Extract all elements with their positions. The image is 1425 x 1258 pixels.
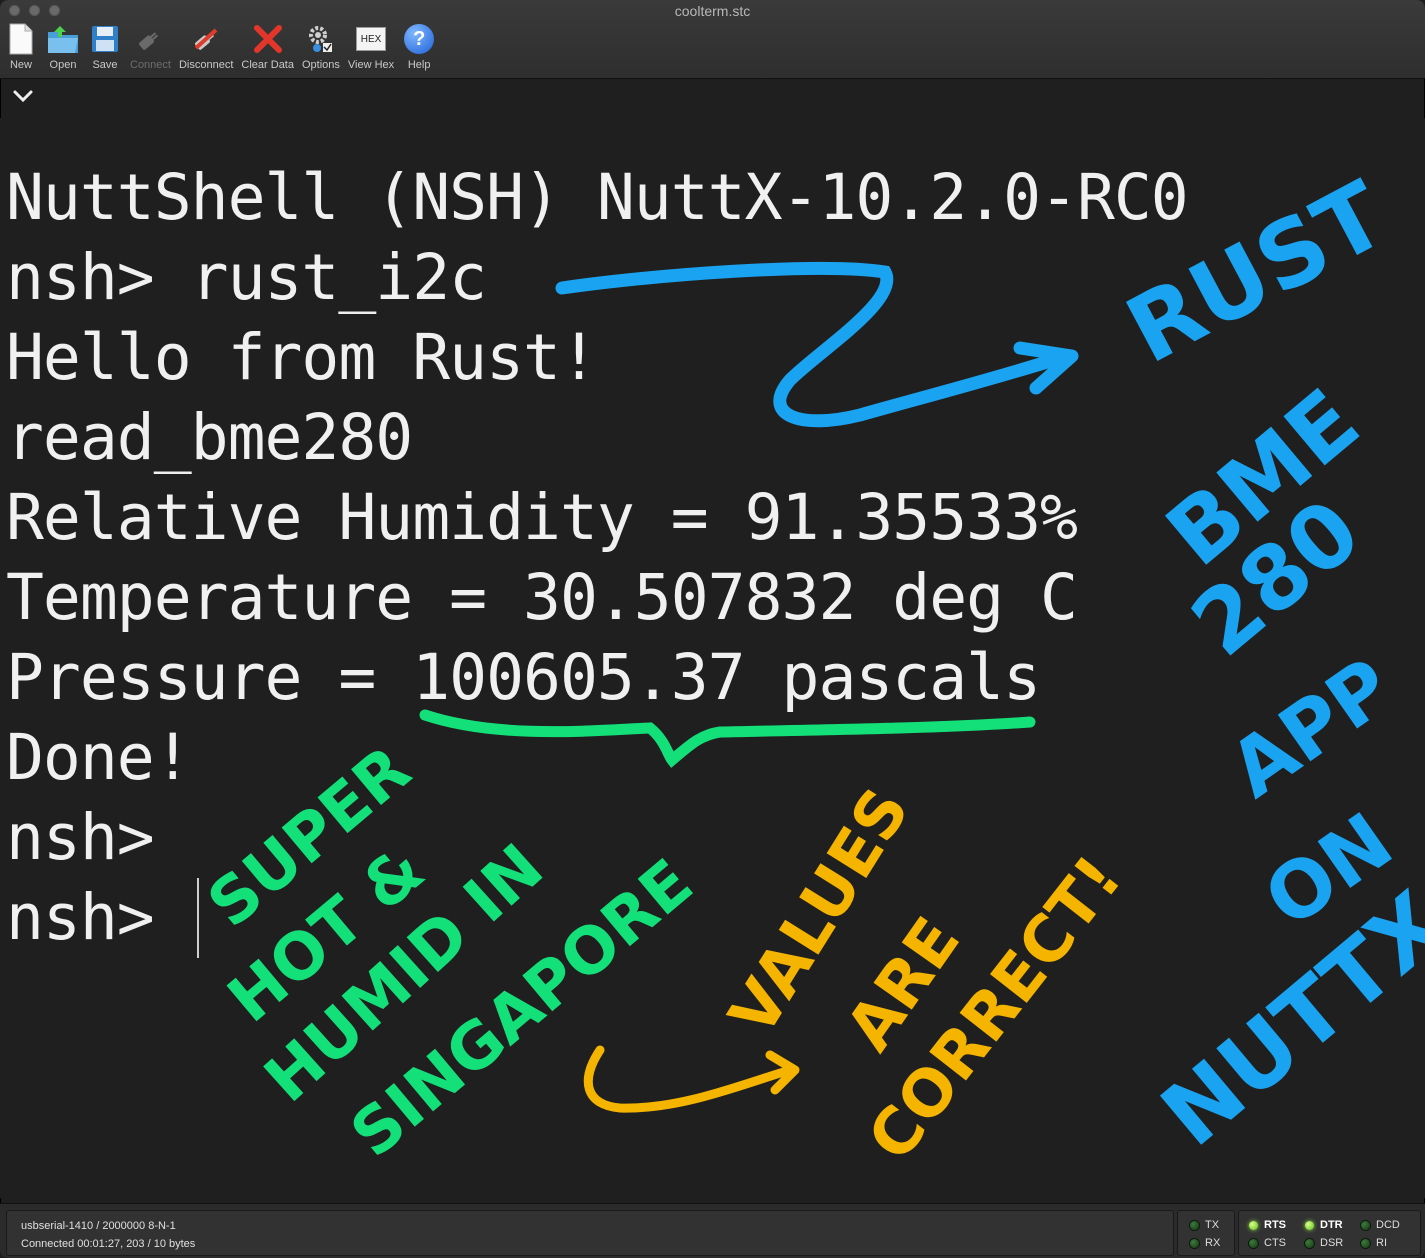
led-label: DTR [1320,1219,1343,1231]
terminal-line: nsh> rust_i2c [6,241,487,314]
connect-button[interactable]: Connect [130,22,171,71]
disconnect-label: Disconnect [178,59,234,71]
terminal-line: NuttShell (NSH) NuttX-10.2.0-RC0 [6,161,1189,234]
toolbar: New Open Save Connect Disconnect Clear D… [4,22,444,71]
view-hex-label: View Hex [347,59,395,71]
rx-led: RX [1190,1237,1220,1249]
led-icon [1249,1238,1258,1248]
clear-data-button[interactable]: Clear Data [241,22,294,71]
connect-label: Connect [130,59,171,71]
save-label: Save [92,59,118,71]
led-icon [1361,1238,1370,1248]
hex-icon: HEX [354,22,388,56]
led-label: DCD [1376,1219,1400,1231]
chevron-down-icon[interactable] [12,86,34,109]
disconnect-button[interactable]: Disconnect [179,22,233,71]
tx-rx-leds: TX RX [1177,1210,1235,1256]
help-label: Help [407,59,431,71]
connect-plug-icon [133,22,167,56]
led-label: CTS [1264,1237,1286,1249]
led-label: RI [1376,1237,1387,1249]
dtr-led[interactable]: DTR [1305,1219,1343,1231]
led-icon [1361,1220,1370,1230]
clear-data-label: Clear Data [241,59,294,71]
new-label: New [9,59,32,71]
text-cursor [197,878,199,958]
terminal-output[interactable]: NuttShell (NSH) NuttX-10.2.0-RC0 nsh> ru… [0,118,1425,1198]
coolterm-window: coolterm.stc New Open Save Connect Disco… [0,0,1425,1258]
options-label: Options [301,59,340,71]
terminal-line: Hello from Rust! [6,321,598,394]
dcd-led: DCD [1361,1219,1400,1231]
terminal-line: Pressure = 100605.37 pascals [6,641,1041,714]
connection-info: Connected 00:01:27, 203 / 10 bytes [21,1238,196,1250]
dsr-led: DSR [1305,1237,1343,1249]
terminal-line: read_bme280 [6,401,413,474]
options-button[interactable]: Options [302,22,340,71]
help-icon-text: ? [404,24,435,54]
led-icon [1305,1238,1314,1248]
terminal-line: Done! [6,721,192,794]
view-hex-button[interactable]: HEX View Hex [348,22,394,71]
help-button[interactable]: ? Help [402,22,436,71]
hex-icon-text: HEX [356,27,387,51]
save-disk-icon [88,22,122,56]
led-label: RTS [1264,1219,1286,1231]
led-label: RX [1205,1237,1221,1249]
led-icon [1190,1238,1199,1248]
led-label: TX [1205,1219,1220,1231]
open-label: Open [49,59,77,71]
rts-led[interactable]: RTS [1249,1219,1286,1231]
help-icon: ? [402,22,436,56]
cts-led: CTS [1249,1237,1286,1249]
tx-led: TX [1190,1219,1219,1231]
open-button[interactable]: Open [46,22,80,71]
led-icon [1249,1220,1258,1230]
window-title: coolterm.stc [674,3,751,19]
title-bar: coolterm.stc New Open Save Connect Disco… [0,0,1425,79]
terminal-line: Temperature = 30.507832 deg C [6,561,1078,634]
terminal-line: nsh> [6,801,155,874]
new-document-icon [4,22,38,56]
port-settings: usbserial-1410 / 2000000 8-N-1 [21,1220,176,1232]
terminal-line: nsh> [6,881,155,954]
status-bar: usbserial-1410 / 2000000 8-N-1 Connected… [0,1203,1425,1258]
options-gear-icon [304,22,338,56]
open-folder-icon [46,22,80,56]
ri-led: RI [1361,1237,1387,1249]
connection-status: usbserial-1410 / 2000000 8-N-1 Connected… [6,1210,1174,1256]
disconnect-plug-icon [189,22,223,56]
save-button[interactable]: Save [88,22,122,71]
led-icon [1305,1220,1314,1230]
led-icon [1190,1220,1199,1230]
new-button[interactable]: New [4,22,38,71]
clear-x-icon [251,22,285,56]
led-label: DSR [1320,1237,1344,1249]
line-status-leds: RTS CTS DTR DSR DCD RI [1238,1210,1421,1256]
terminal-line: Relative Humidity = 91.35533% [6,481,1078,554]
